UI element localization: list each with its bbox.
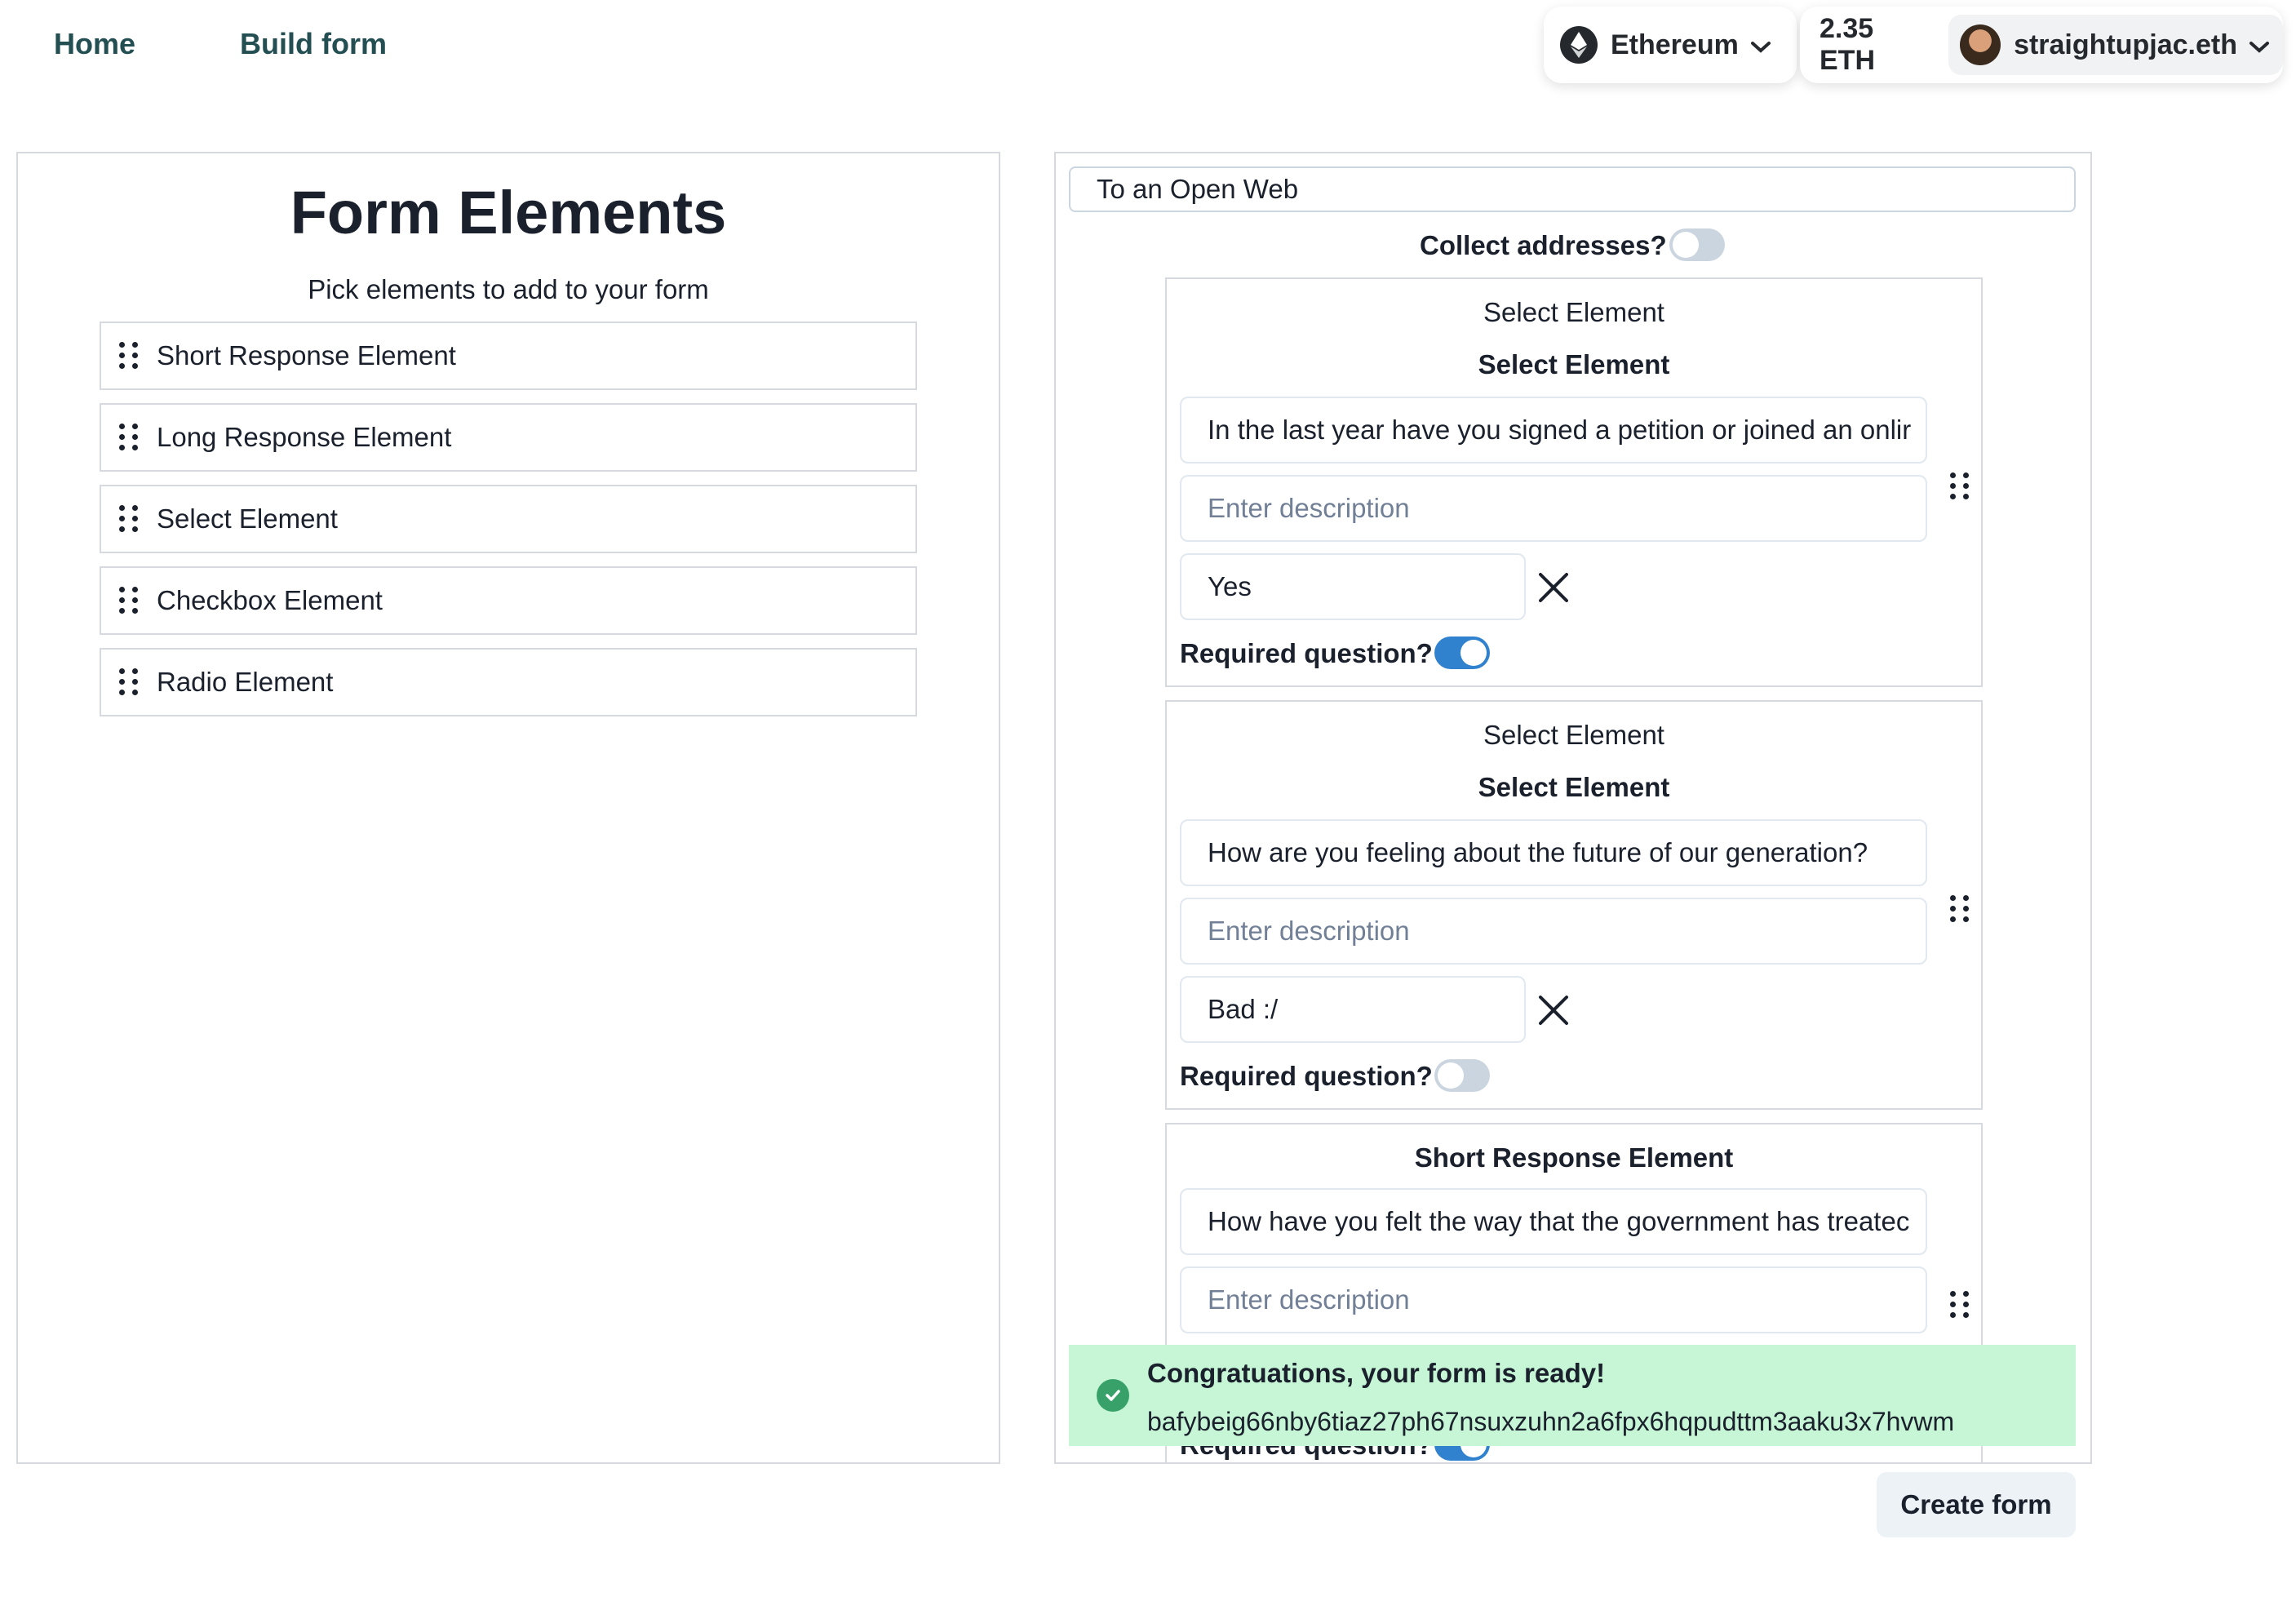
element-short-response[interactable]: Short Response Element <box>100 322 917 390</box>
account-pill: 2.35 ETH straightupjac.eth <box>1800 7 2283 83</box>
card-type-label: Select Element <box>1483 297 1664 327</box>
panel-title: Form Elements <box>290 179 727 246</box>
drag-handle-icon[interactable] <box>1950 1291 1970 1319</box>
card-type-label: Select Element <box>1483 720 1664 750</box>
form-elements-panel: Form Elements Pick elements to add to yo… <box>16 152 1000 1464</box>
card-heading: Select Element <box>1478 349 1670 379</box>
network-name: Ethereum <box>1611 29 1739 60</box>
element-radio[interactable]: Radio Element <box>100 648 917 716</box>
ethereum-icon <box>1560 26 1598 64</box>
required-toggle[interactable] <box>1434 637 1490 669</box>
account-button[interactable]: straightupjac.eth <box>1948 15 2283 75</box>
nav-build-form-link[interactable]: Build form <box>240 24 387 64</box>
avatar <box>1960 24 2001 65</box>
chevron-down-icon <box>1750 29 1771 61</box>
success-toast: Congratuations, your form is ready! bafy… <box>1069 1345 2076 1446</box>
form-card-select-1: Select Element Select Element In the las… <box>1165 277 1983 687</box>
card-heading: Select Element <box>1478 772 1670 802</box>
description-input[interactable]: Enter description <box>1180 1266 1927 1333</box>
required-label: Required question? <box>1180 1061 1433 1091</box>
drag-handle-icon <box>119 668 142 696</box>
drag-handle-icon[interactable] <box>1950 895 1970 923</box>
element-label: Select Element <box>157 503 338 534</box>
drag-handle-icon[interactable] <box>1950 472 1970 500</box>
form-title-input[interactable]: To an Open Web <box>1069 166 2076 212</box>
drag-handle-icon <box>119 587 142 614</box>
nav-home-link[interactable]: Home <box>54 24 135 64</box>
panel-subtitle: Pick elements to add to your form <box>308 274 709 304</box>
drag-handle-icon <box>119 424 142 451</box>
question-input[interactable]: In the last year have you signed a petit… <box>1180 397 1927 464</box>
element-label: Radio Element <box>157 667 334 697</box>
required-label: Required question? <box>1180 638 1433 668</box>
element-label: Short Response Element <box>157 340 456 370</box>
create-form-button[interactable]: Create form <box>1877 1472 2076 1537</box>
drag-handle-icon <box>119 342 142 370</box>
toast-title: Congratuations, your form is ready! <box>1147 1358 1606 1388</box>
card-heading: Short Response Element <box>1414 1142 1734 1173</box>
collect-addresses-toggle[interactable] <box>1669 228 1725 261</box>
option-input[interactable]: Yes <box>1180 553 1526 620</box>
close-icon[interactable] <box>1536 570 1571 605</box>
option-input[interactable]: Bad :/ <box>1180 976 1526 1043</box>
element-select[interactable]: Select Element <box>100 485 917 553</box>
chevron-down-icon <box>2249 29 2270 61</box>
question-input[interactable]: How have you felt the way that the gover… <box>1180 1188 1927 1255</box>
element-label: Long Response Element <box>157 422 452 452</box>
drag-handle-icon <box>119 505 142 533</box>
account-name: straightupjac.eth <box>2014 29 2237 60</box>
description-input[interactable]: Enter description <box>1180 898 1927 965</box>
check-circle-icon <box>1097 1379 1129 1412</box>
collect-addresses-label: Collect addresses? <box>1420 230 1667 260</box>
eth-balance: 2.35 ETH <box>1820 13 1875 76</box>
form-builder-panel: To an Open Web Collect addresses? Select… <box>1054 152 2092 1464</box>
element-label: Checkbox Element <box>157 585 383 615</box>
required-toggle[interactable] <box>1434 1059 1490 1092</box>
element-long-response[interactable]: Long Response Element <box>100 403 917 472</box>
question-input[interactable]: How are you feeling about the future of … <box>1180 819 1927 886</box>
network-selector[interactable]: Ethereum <box>1544 7 1797 83</box>
description-input[interactable]: Enter description <box>1180 475 1927 542</box>
toast-cid: bafybeig66nby6tiaz27ph67nsuxzuhn2a6fpx6h… <box>1147 1407 1955 1436</box>
element-checkbox[interactable]: Checkbox Element <box>100 566 917 635</box>
form-card-select-2: Select Element Select Element How are yo… <box>1165 700 1983 1110</box>
close-icon[interactable] <box>1536 992 1571 1028</box>
